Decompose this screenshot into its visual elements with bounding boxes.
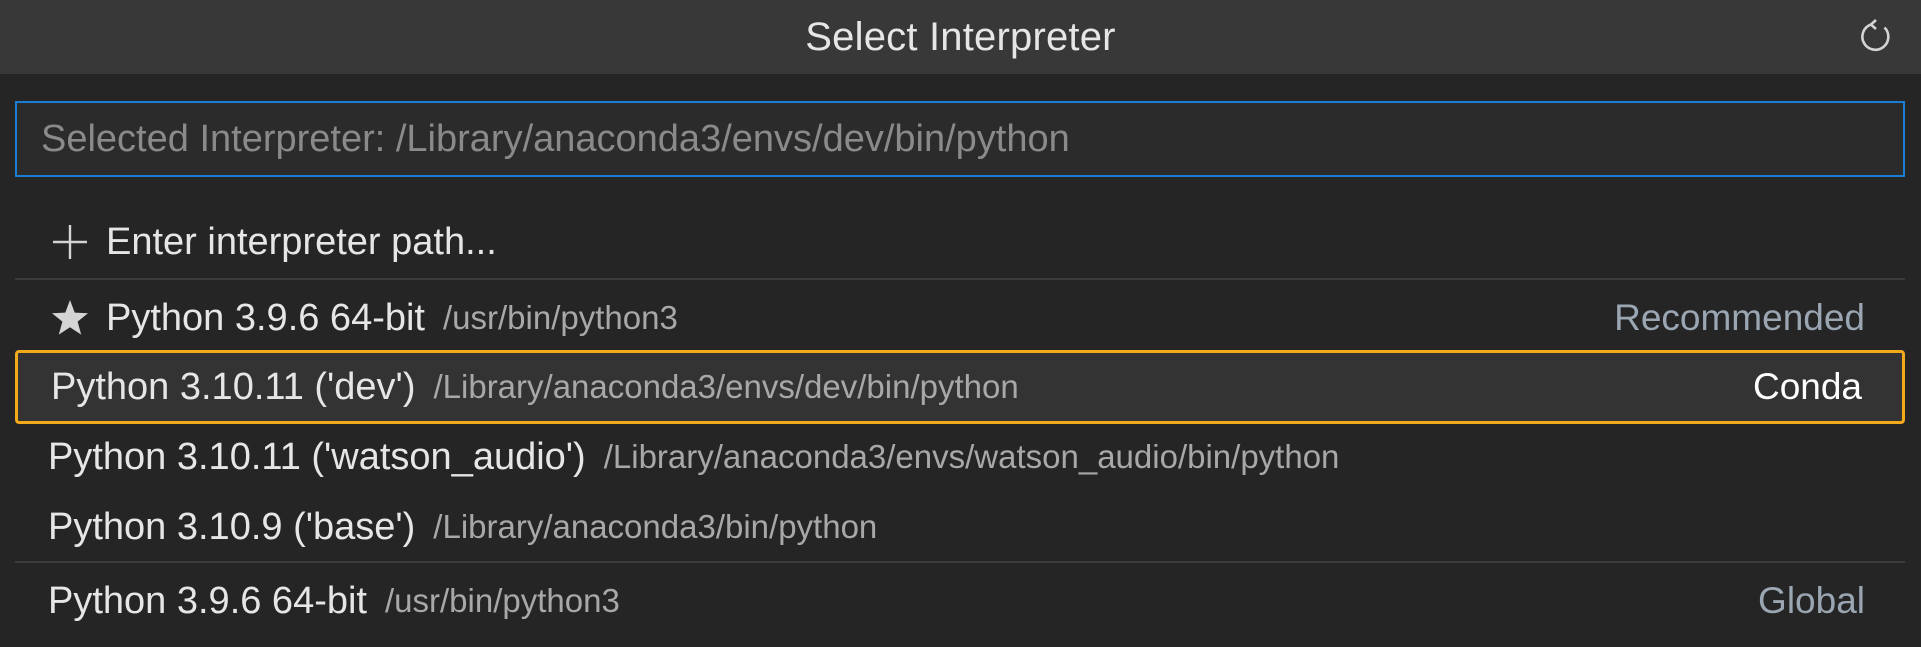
item-label: Python 3.9.6 64-bit [48, 579, 367, 622]
list-separator [15, 278, 1905, 280]
interpreter-item-recommended[interactable]: Python 3.9.6 64-bit /usr/bin/python3 Rec… [15, 284, 1905, 352]
item-badge-conda: Conda [1752, 366, 1862, 407]
item-label: Enter interpreter path... [106, 220, 497, 263]
star-icon [48, 296, 92, 340]
item-badge-global: Global [1758, 580, 1865, 621]
plus-icon [48, 220, 92, 264]
item-path: /Library/anaconda3/envs/watson_audio/bin… [603, 438, 1340, 475]
list-separator [15, 561, 1905, 563]
item-path: /usr/bin/python3 [443, 299, 678, 336]
item-badge-recommended: Recommended [1614, 297, 1865, 338]
select-interpreter-quick-pick: Select Interpreter Enter interpreter pat… [0, 0, 1921, 647]
item-path: /usr/bin/python3 [385, 582, 620, 619]
interpreter-item-base[interactable]: Python 3.10.9 ('base') /Library/anaconda… [15, 493, 1905, 561]
interpreter-item-dev[interactable]: Python 3.10.11 ('dev') /Library/anaconda… [15, 350, 1905, 424]
enter-interpreter-path-item[interactable]: Enter interpreter path... [15, 208, 1905, 276]
interpreter-search-box[interactable] [15, 101, 1905, 177]
interpreter-search-input[interactable] [39, 116, 1903, 162]
refresh-icon[interactable] [1851, 13, 1899, 61]
interpreter-item-global[interactable]: Python 3.9.6 64-bit /usr/bin/python3 Glo… [15, 567, 1905, 635]
item-path: /Library/anaconda3/envs/dev/bin/python [433, 368, 1019, 405]
quick-pick-title: Select Interpreter [805, 14, 1116, 59]
item-label: Python 3.10.9 ('base') [48, 505, 416, 548]
item-label: Python 3.9.6 64-bit [106, 296, 425, 339]
quick-pick-title-bar: Select Interpreter [0, 0, 1921, 74]
item-label: Python 3.10.11 ('watson_audio') [48, 435, 586, 478]
item-path: /Library/anaconda3/bin/python [433, 508, 878, 545]
interpreter-item-watson-audio[interactable]: Python 3.10.11 ('watson_audio') /Library… [15, 423, 1905, 491]
item-label: Python 3.10.11 ('dev') [51, 365, 416, 408]
